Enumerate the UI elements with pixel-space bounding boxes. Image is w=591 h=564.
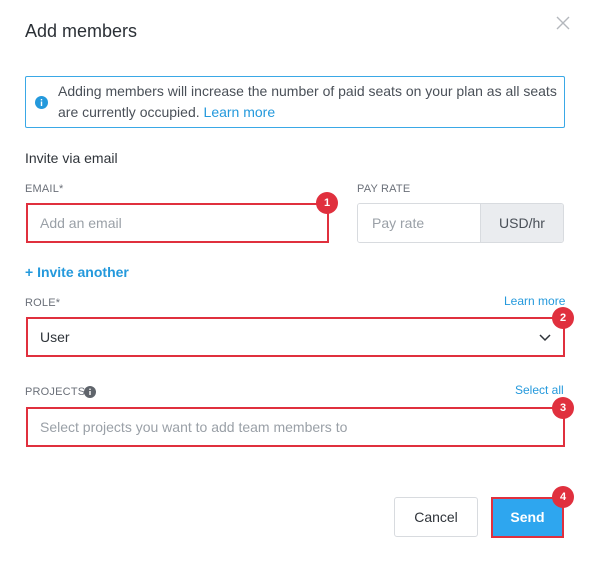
info-icon[interactable] — [84, 386, 96, 398]
select-all-projects-link[interactable]: Select all — [515, 383, 564, 397]
notice-text: Adding members will increase the number … — [58, 81, 558, 123]
currency-unit: USD/hr — [480, 204, 563, 242]
pay-rate-input[interactable]: Pay rate — [358, 204, 480, 242]
pay-rate-field: Pay rate USD/hr — [357, 203, 564, 243]
invite-another-link[interactable]: + Invite another — [25, 264, 129, 280]
role-select[interactable]: User — [26, 317, 565, 357]
role-learn-more-link[interactable]: Learn more — [504, 294, 565, 308]
pay-rate-placeholder: Pay rate — [372, 215, 425, 231]
invite-via-email-heading: Invite via email — [25, 150, 118, 166]
close-icon — [556, 16, 570, 30]
step-marker-4: 4 — [552, 486, 574, 508]
chevron-down-icon — [539, 334, 551, 342]
projects-select[interactable]: Select projects you want to add team mem… — [26, 407, 565, 447]
step-marker-1: 1 — [316, 192, 338, 214]
add-members-dialog: Add members Adding members will increase… — [0, 0, 591, 564]
role-label: ROLE* — [25, 297, 61, 309]
email-placeholder: Add an email — [40, 215, 122, 231]
cancel-button[interactable]: Cancel — [394, 497, 478, 537]
notice-message: Adding members will increase the number … — [58, 83, 557, 120]
info-icon — [35, 96, 48, 109]
email-input[interactable]: Add an email — [26, 203, 329, 243]
email-label: EMAIL* — [25, 183, 64, 195]
role-value: User — [40, 329, 70, 345]
projects-label: PROJECTS — [25, 386, 86, 398]
pay-rate-label: PAY RATE — [357, 183, 411, 195]
notice-learn-more-link[interactable]: Learn more — [204, 104, 276, 120]
projects-placeholder: Select projects you want to add team mem… — [40, 419, 348, 435]
dialog-title: Add members — [25, 21, 138, 41]
step-marker-3: 3 — [552, 397, 574, 419]
step-marker-2: 2 — [552, 307, 574, 329]
close-button[interactable] — [553, 13, 573, 33]
seat-notice: Adding members will increase the number … — [25, 76, 565, 128]
